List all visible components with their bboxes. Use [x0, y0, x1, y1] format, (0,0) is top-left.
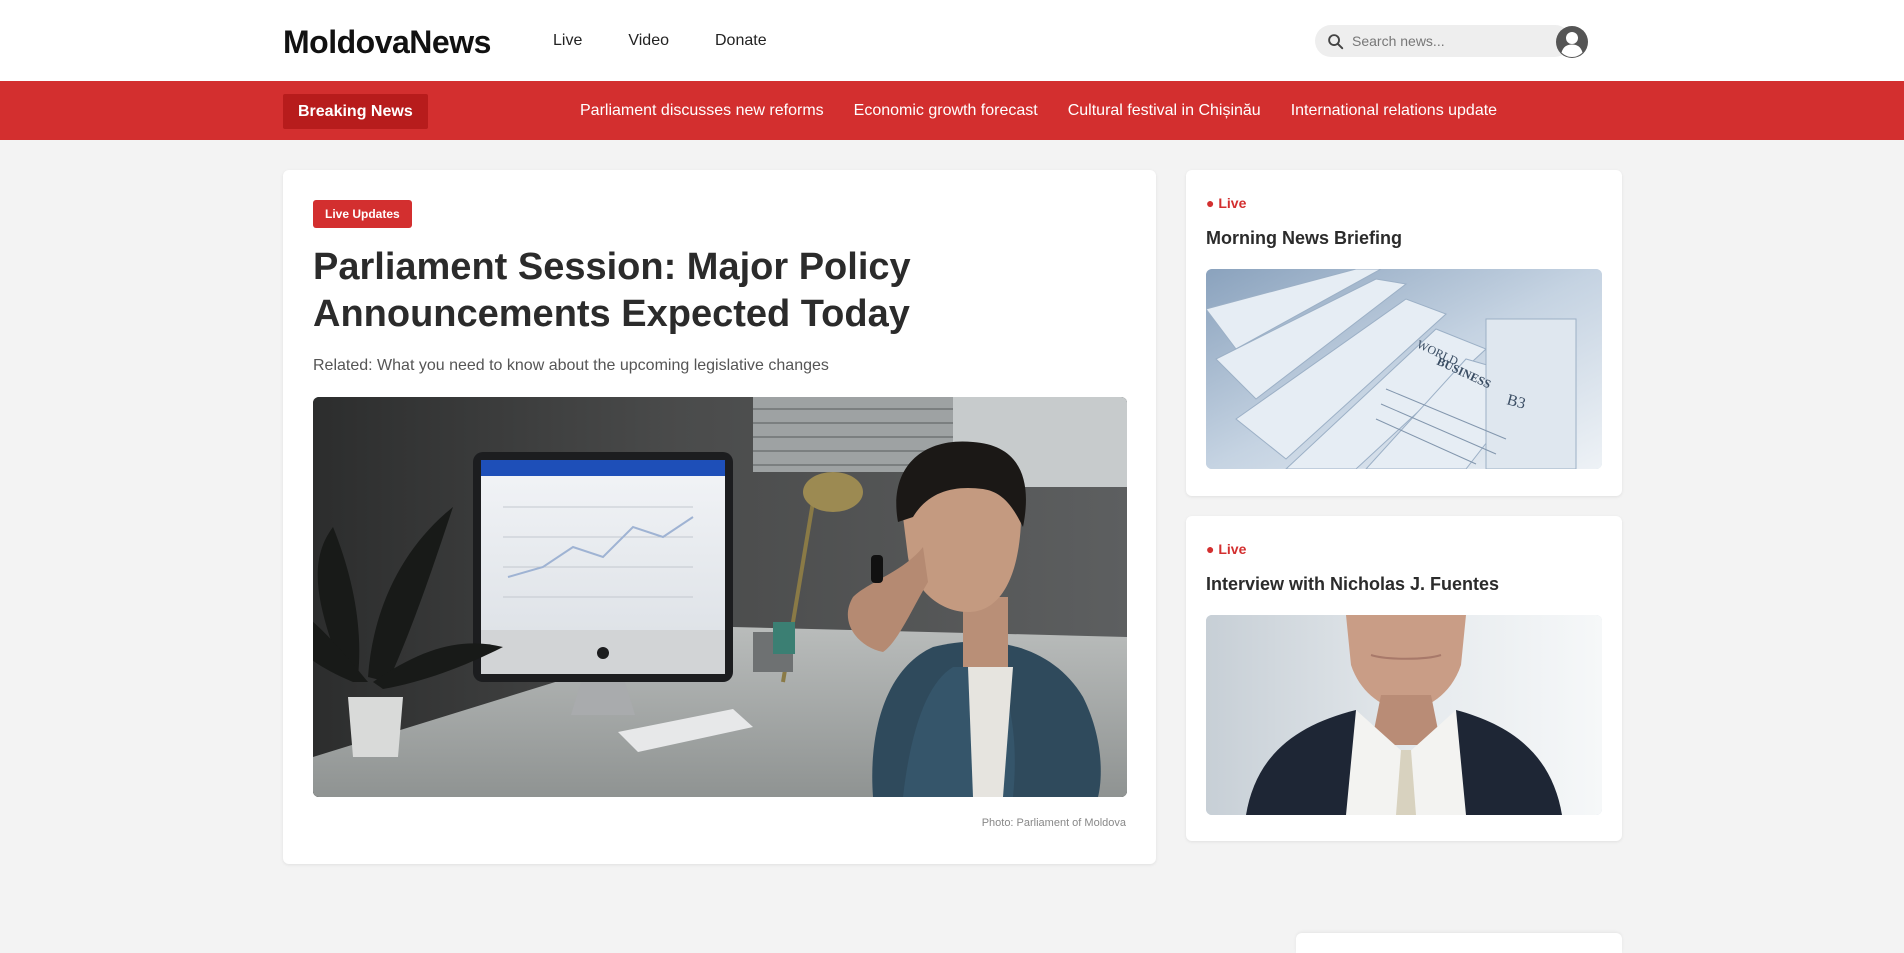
ticker-item[interactable]: International relations update	[1291, 102, 1497, 120]
side-card-title[interactable]: Interview with Nicholas J. Fuentes	[1206, 574, 1499, 595]
search-icon	[1328, 33, 1344, 49]
nav-item-video[interactable]: Video	[628, 28, 669, 54]
live-updates-badge: Live Updates	[313, 200, 412, 228]
ticker-item[interactable]: Parliament discusses new reforms	[580, 102, 824, 120]
related-link[interactable]: Related: What you need to know about the…	[313, 356, 829, 376]
article-photo	[313, 397, 1127, 797]
ticker-item[interactable]: Cultural festival in Chișinău	[1068, 102, 1261, 120]
next-card-peek	[1296, 933, 1622, 953]
main-nav: Live Video Donate	[553, 28, 813, 54]
article-image[interactable]	[313, 397, 1127, 797]
newspaper-image[interactable]: WORLD BUSINESS B3	[1206, 269, 1602, 469]
breaking-news-label: Breaking News	[283, 94, 428, 129]
ticker-item[interactable]: Economic growth forecast	[854, 102, 1038, 120]
search-input[interactable]	[1352, 33, 1552, 49]
newspaper-photo: WORLD BUSINESS B3	[1206, 269, 1602, 469]
nav-item-donate[interactable]: Donate	[715, 28, 767, 54]
nav-item-live[interactable]: Live	[553, 28, 582, 54]
photo-credit: Photo: Parliament of Moldova	[981, 817, 1126, 829]
site-header: MoldovaNews Live Video Donate	[0, 0, 1904, 81]
breaking-news-bar: Breaking News Parliament discusses new r…	[0, 81, 1904, 140]
main-article-card: Live Updates Parliament Session: Major P…	[283, 170, 1156, 864]
side-card-morning-briefing[interactable]: ● Live Morning News Briefing WORLD BUSIN…	[1186, 170, 1622, 496]
live-indicator: ● Live	[1206, 195, 1247, 211]
user-avatar-icon[interactable]	[1555, 25, 1589, 59]
interview-photo	[1206, 615, 1602, 815]
search-box[interactable]	[1315, 25, 1571, 57]
news-ticker: Parliament discusses new reforms Economi…	[580, 81, 1527, 140]
interview-image[interactable]	[1206, 615, 1602, 815]
site-logo[interactable]: MoldovaNews	[283, 22, 491, 62]
side-card-interview[interactable]: ● Live Interview with Nicholas J. Fuente…	[1186, 516, 1622, 841]
side-card-title[interactable]: Morning News Briefing	[1206, 228, 1402, 249]
article-headline[interactable]: Parliament Session: Major Policy Announc…	[313, 244, 953, 338]
live-indicator: ● Live	[1206, 541, 1247, 557]
